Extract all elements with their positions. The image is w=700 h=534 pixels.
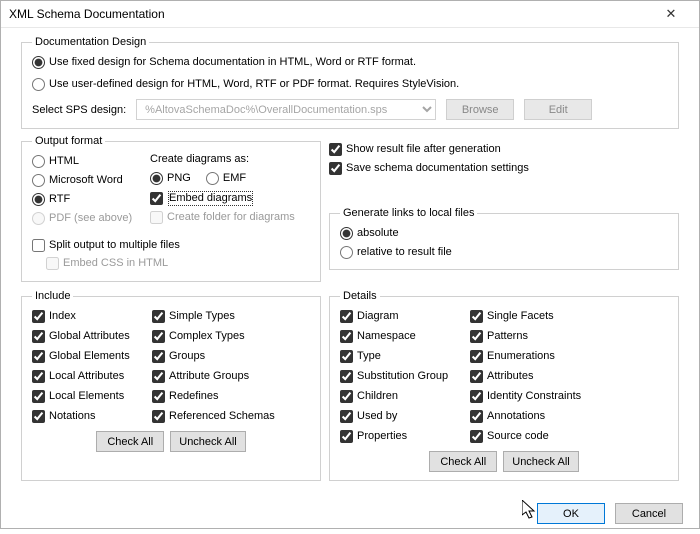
sps-design-label: Select SPS design: bbox=[32, 104, 126, 116]
titlebar: XML Schema Documentation ✕ bbox=[1, 1, 699, 28]
details-substitution-group[interactable]: Substitution Group bbox=[340, 368, 470, 385]
details-diagram[interactable]: Diagram bbox=[340, 308, 470, 325]
relative-radio[interactable]: relative to result file bbox=[340, 244, 668, 261]
details-check-all-button[interactable]: Check All bbox=[429, 451, 497, 472]
window-title: XML Schema Documentation bbox=[9, 7, 651, 21]
emf-radio[interactable]: EMF bbox=[206, 170, 246, 187]
close-icon: ✕ bbox=[666, 6, 677, 22]
include-referenced-schemas[interactable]: Referenced Schemas bbox=[152, 408, 292, 425]
details-type[interactable]: Type bbox=[340, 348, 470, 365]
include-local-elements[interactable]: Local Elements bbox=[32, 388, 152, 405]
documentation-design-group: Documentation Design Use fixed design fo… bbox=[21, 36, 679, 129]
links-legend: Generate links to local files bbox=[340, 207, 477, 219]
include-global-attributes[interactable]: Global Attributes bbox=[32, 328, 152, 345]
pdf-radio: PDF (see above) bbox=[32, 210, 142, 227]
include-global-elements[interactable]: Global Elements bbox=[32, 348, 152, 365]
details-uncheck-all-button[interactable]: Uncheck All bbox=[503, 451, 578, 472]
user-design-radio[interactable]: Use user-defined design for HTML, Word, … bbox=[32, 76, 668, 93]
include-check-all-button[interactable]: Check All bbox=[96, 431, 164, 452]
middle-row: Output format HTML Microsoft Word RTF PD… bbox=[21, 135, 679, 288]
html-radio[interactable]: HTML bbox=[32, 153, 142, 170]
include-simple-types[interactable]: Simple Types bbox=[152, 308, 292, 325]
dialog-window: XML Schema Documentation ✕ Documentation… bbox=[0, 0, 700, 529]
close-button[interactable]: ✕ bbox=[651, 1, 691, 27]
details-children[interactable]: Children bbox=[340, 388, 470, 405]
output-format-group: Output format HTML Microsoft Word RTF PD… bbox=[21, 135, 321, 282]
details-patterns[interactable]: Patterns bbox=[470, 328, 610, 345]
png-radio[interactable]: PNG bbox=[150, 170, 191, 187]
sps-design-select: %AltovaSchemaDoc%\OverallDocumentation.s… bbox=[136, 99, 436, 120]
edit-button: Edit bbox=[524, 99, 592, 120]
include-index[interactable]: Index bbox=[32, 308, 152, 325]
include-groups[interactable]: Groups bbox=[152, 348, 292, 365]
details-enumerations[interactable]: Enumerations bbox=[470, 348, 610, 365]
save-settings-checkbox[interactable]: Save schema documentation settings bbox=[329, 160, 679, 177]
include-legend: Include bbox=[32, 290, 73, 302]
details-identity-constraints[interactable]: Identity Constraints bbox=[470, 388, 610, 405]
rtf-radio[interactable]: RTF bbox=[32, 191, 142, 208]
create-diagrams-label: Create diagrams as: bbox=[150, 153, 310, 165]
browse-button: Browse bbox=[446, 99, 514, 120]
include-attribute-groups[interactable]: Attribute Groups bbox=[152, 368, 292, 385]
dialog-body: Documentation Design Use fixed design fo… bbox=[1, 28, 699, 495]
right-options: Show result file after generation Save s… bbox=[329, 135, 679, 288]
dialog-buttons: OK Cancel bbox=[1, 495, 699, 534]
ok-button[interactable]: OK bbox=[537, 503, 605, 524]
include-notations[interactable]: Notations bbox=[32, 408, 152, 425]
include-complex-types[interactable]: Complex Types bbox=[152, 328, 292, 345]
show-result-checkbox[interactable]: Show result file after generation bbox=[329, 141, 679, 158]
split-output-checkbox[interactable]: Split output to multiple files bbox=[32, 237, 180, 254]
include-details-row: Include Index Simple Types Global Attrib… bbox=[21, 290, 679, 487]
word-radio[interactable]: Microsoft Word bbox=[32, 172, 142, 189]
details-properties[interactable]: Properties bbox=[340, 428, 470, 445]
details-legend: Details bbox=[340, 290, 380, 302]
fixed-design-radio[interactable]: Use fixed design for Schema documentatio… bbox=[32, 54, 668, 71]
include-redefines[interactable]: Redefines bbox=[152, 388, 292, 405]
include-local-attributes[interactable]: Local Attributes bbox=[32, 368, 152, 385]
details-group: Details Diagram Single Facets Namespace … bbox=[329, 290, 679, 481]
details-annotations[interactable]: Annotations bbox=[470, 408, 610, 425]
embed-css-checkbox: Embed CSS in HTML bbox=[46, 255, 168, 272]
create-folder-checkbox: Create folder for diagrams bbox=[150, 209, 310, 226]
details-namespace[interactable]: Namespace bbox=[340, 328, 470, 345]
documentation-design-legend: Documentation Design bbox=[32, 36, 149, 48]
sps-design-row: Select SPS design: %AltovaSchemaDoc%\Ove… bbox=[32, 99, 668, 120]
embed-diagrams-checkbox[interactable]: Embed diagrams bbox=[150, 190, 310, 207]
include-uncheck-all-button[interactable]: Uncheck All bbox=[170, 431, 245, 452]
details-single-facets[interactable]: Single Facets bbox=[470, 308, 610, 325]
include-group: Include Index Simple Types Global Attrib… bbox=[21, 290, 321, 481]
links-group: Generate links to local files absolute r… bbox=[329, 207, 679, 270]
user-design-label: Use user-defined design for HTML, Word, … bbox=[49, 76, 459, 93]
details-attributes[interactable]: Attributes bbox=[470, 368, 610, 385]
output-format-legend: Output format bbox=[32, 135, 105, 147]
fixed-design-label: Use fixed design for Schema documentatio… bbox=[49, 54, 416, 71]
details-source-code[interactable]: Source code bbox=[470, 428, 610, 445]
cancel-button[interactable]: Cancel bbox=[615, 503, 683, 524]
absolute-radio[interactable]: absolute bbox=[340, 225, 668, 242]
details-used-by[interactable]: Used by bbox=[340, 408, 470, 425]
